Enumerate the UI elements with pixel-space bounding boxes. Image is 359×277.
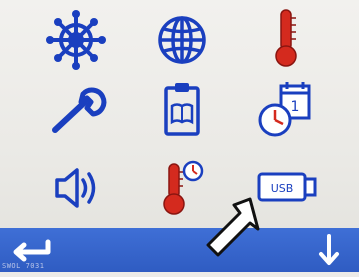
pointer-arrow-icon: [196, 193, 276, 273]
navigation-bar: [0, 228, 359, 272]
image-caption: SWOL 7031: [2, 262, 45, 270]
thermometer-icon[interactable]: [251, 8, 321, 68]
settings-wheel-icon[interactable]: [41, 10, 111, 70]
speaker-volume-icon[interactable]: [41, 158, 111, 218]
down-arrow-icon[interactable]: [314, 228, 344, 272]
calendar-day: 1: [291, 99, 300, 115]
manual-clipboard-icon[interactable]: [147, 80, 217, 140]
globe-icon[interactable]: [147, 10, 217, 70]
menu-screen: 1 USB SWOL 7031: [0, 0, 359, 272]
wrench-icon[interactable]: [41, 80, 111, 140]
calendar-clock-icon[interactable]: 1: [251, 80, 321, 140]
